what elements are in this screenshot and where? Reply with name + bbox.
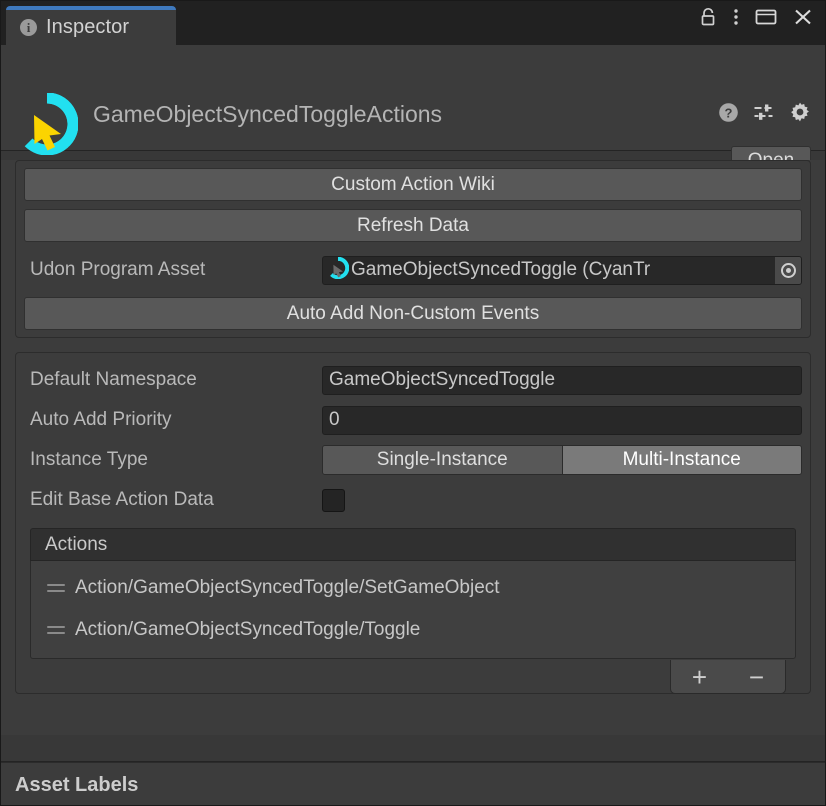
svg-text:?: ? (725, 105, 733, 120)
window-tabbar: i Inspector (1, 1, 825, 45)
instance-type-single-button[interactable]: Single-Instance (323, 446, 562, 474)
close-icon[interactable] (793, 7, 813, 32)
auto-add-non-custom-events-button[interactable]: Auto Add Non-Custom Events (24, 297, 802, 330)
drag-handle-icon[interactable] (47, 584, 65, 592)
auto-add-priority-label: Auto Add Priority (30, 409, 172, 430)
instance-type-toggle-group: Single-Instance Multi-Instance (322, 445, 802, 475)
header-icon-group: ? (718, 101, 811, 128)
help-icon[interactable]: ? (718, 102, 739, 128)
refresh-data-button[interactable]: Refresh Data (24, 209, 802, 242)
list-item[interactable]: Action/GameObjectSyncedToggle/SetGameObj… (31, 567, 795, 609)
instance-type-multi-button[interactable]: Multi-Instance (561, 446, 801, 474)
asset-header: GameObjectSyncedToggleActions ? (1, 45, 825, 176)
auto-add-priority-row: Auto Add Priority (24, 400, 802, 440)
default-namespace-row: Default Namespace (24, 360, 802, 400)
instance-type-label: Instance Type (30, 449, 148, 470)
edit-base-action-data-checkbox[interactable] (322, 488, 345, 512)
window-controls (700, 7, 813, 32)
tab-inspector-label: Inspector (46, 16, 130, 38)
lock-icon[interactable] (700, 7, 717, 32)
cyan-trigger-action-icon (16, 92, 79, 156)
object-picker-icon[interactable] (775, 256, 801, 284)
asset-labels-title: Asset Labels (15, 774, 139, 796)
main-section: Default Namespace Auto Add Priority Inst… (15, 352, 811, 694)
page-title: GameObjectSyncedToggleActions (93, 101, 443, 127)
add-action-button[interactable]: + (680, 664, 719, 690)
gear-icon[interactable] (789, 101, 811, 128)
actions-list: Actions Action/GameObjectSyncedToggle/Se… (30, 528, 796, 694)
custom-action-wiki-button[interactable]: Custom Action Wiki (24, 168, 802, 201)
edit-base-action-data-label: Edit Base Action Data (30, 489, 214, 510)
remove-action-button[interactable]: − (737, 664, 776, 690)
footer-spacer (1, 735, 825, 762)
actions-list-body: Action/GameObjectSyncedToggle/SetGameObj… (30, 561, 796, 659)
actions-list-header: Actions (30, 528, 796, 561)
udon-program-asset-value: GameObjectSyncedToggle (CyanTr (351, 259, 651, 280)
list-item-label: Action/GameObjectSyncedToggle/SetGameObj… (75, 577, 500, 598)
actions-list-footer-buttons: + − (670, 660, 786, 694)
drag-handle-icon[interactable] (47, 626, 65, 634)
cyan-trigger-asset-icon (327, 256, 350, 284)
default-namespace-input[interactable] (322, 365, 802, 395)
udon-program-asset-label: Udon Program Asset (30, 259, 206, 280)
udon-program-asset-field[interactable]: GameObjectSyncedToggle (CyanTr (322, 255, 802, 285)
actions-list-footer: + − (30, 660, 796, 694)
edit-base-action-data-row: Edit Base Action Data (24, 480, 802, 520)
list-item-label: Action/GameObjectSyncedToggle/Toggle (75, 619, 421, 640)
inspector-window: i Inspector GameObjectSyncedToggleAction… (0, 0, 826, 806)
auto-add-priority-input[interactable] (322, 405, 802, 435)
inspector-body: Custom Action Wiki Refresh Data Udon Pro… (1, 160, 825, 805)
asset-labels-bar[interactable]: Asset Labels (1, 762, 825, 805)
kebab-menu-icon[interactable] (733, 7, 739, 32)
udon-program-asset-row: Udon Program Asset GameObjectSyncedToggl… (24, 250, 802, 290)
default-namespace-label: Default Namespace (30, 369, 197, 390)
tab-inspector[interactable]: i Inspector (6, 6, 176, 45)
top-section: Custom Action Wiki Refresh Data Udon Pro… (15, 160, 811, 338)
preset-icon[interactable] (753, 102, 775, 128)
list-item[interactable]: Action/GameObjectSyncedToggle/Toggle (31, 609, 795, 651)
maximize-icon[interactable] (755, 7, 777, 32)
instance-type-row: Instance Type Single-Instance Multi-Inst… (24, 440, 802, 480)
info-icon: i (20, 19, 37, 36)
